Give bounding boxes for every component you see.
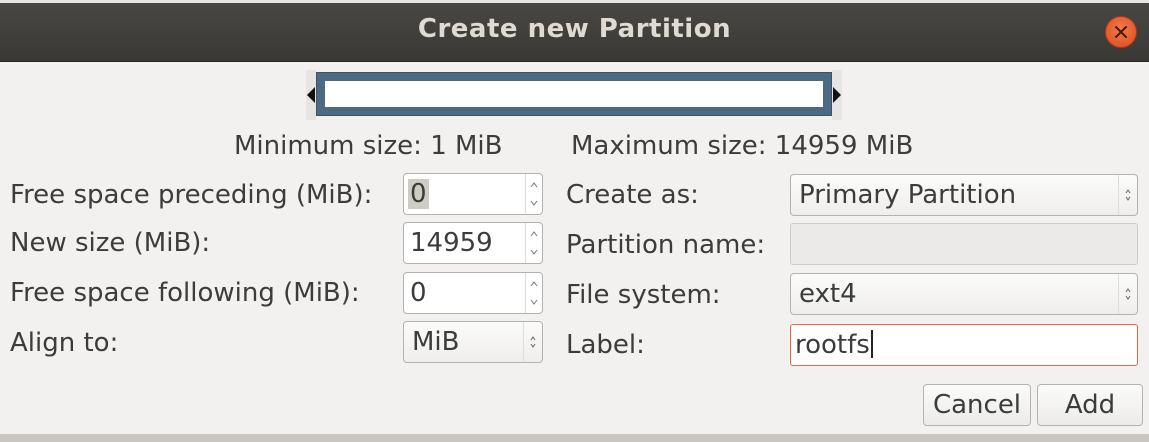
window-title: Create new Partition <box>417 14 732 44</box>
label-field-label: Label: <box>566 330 645 360</box>
free-space-preceding-value: 0 <box>408 179 429 209</box>
add-button[interactable]: Add <box>1037 384 1143 426</box>
spinner-arrows[interactable] <box>525 223 542 263</box>
window-bottom-edge <box>0 434 1149 442</box>
file-system-dropdown[interactable]: ext4 <box>790 273 1138 315</box>
left-resize-handle[interactable] <box>306 70 316 120</box>
updown-arrow-icon <box>1125 189 1131 201</box>
free-space-preceding-label: Free space preceding (MiB): <box>10 180 373 210</box>
align-to-label: Align to: <box>10 328 119 358</box>
text-cursor <box>870 330 873 358</box>
minimum-size-label: Minimum size: 1 MiB <box>234 131 503 161</box>
title-bar: Create new Partition <box>0 0 1149 62</box>
partition-name-label: Partition name: <box>566 230 766 260</box>
partition-name-field <box>790 223 1138 265</box>
close-button[interactable] <box>1105 16 1137 48</box>
cancel-button[interactable]: Cancel <box>923 384 1031 426</box>
chevron-down-icon <box>530 249 538 255</box>
partition-bar-fill <box>325 81 823 107</box>
updown-arrow-icon <box>530 336 536 348</box>
chevron-up-icon <box>530 182 538 188</box>
chevron-up-icon <box>530 281 538 287</box>
create-as-label: Create as: <box>566 180 699 210</box>
label-input-value: rootfs <box>795 330 873 360</box>
partition-bar[interactable] <box>316 72 832 116</box>
create-as-value: Primary Partition <box>799 180 1017 210</box>
create-as-dropdown[interactable]: Primary Partition <box>790 174 1138 216</box>
align-to-dropdown[interactable]: MiB <box>403 321 543 363</box>
close-icon <box>1115 26 1127 38</box>
title-bar-top-strip <box>0 0 1149 3</box>
arrow-left-icon <box>307 87 315 103</box>
dropdown-arrows <box>1118 175 1137 215</box>
free-space-following-spinner[interactable]: 0 <box>403 272 543 314</box>
free-space-preceding-spinner[interactable]: 0 <box>403 173 543 215</box>
chevron-down-icon <box>530 299 538 305</box>
chevron-down-icon <box>530 200 538 206</box>
spinner-arrows[interactable] <box>525 273 542 313</box>
spinner-arrows[interactable] <box>525 174 542 214</box>
dropdown-arrows <box>523 322 542 362</box>
new-size-value: 14959 <box>410 228 493 258</box>
partition-size-visualizer[interactable] <box>306 70 843 120</box>
free-space-following-label: Free space following (MiB): <box>10 278 360 308</box>
right-resize-handle[interactable] <box>832 70 842 120</box>
arrow-right-icon <box>833 87 841 103</box>
new-size-label: New size (MiB): <box>10 228 211 258</box>
file-system-value: ext4 <box>799 279 857 309</box>
align-to-value: MiB <box>412 327 460 357</box>
dropdown-arrows <box>1118 274 1137 314</box>
free-space-following-value: 0 <box>410 278 427 308</box>
label-input[interactable]: rootfs <box>790 324 1138 366</box>
maximum-size-label: Maximum size: 14959 MiB <box>571 131 914 161</box>
updown-arrow-icon <box>1125 288 1131 300</box>
new-size-spinner[interactable]: 14959 <box>403 222 543 264</box>
chevron-up-icon <box>530 231 538 237</box>
file-system-label: File system: <box>566 280 721 310</box>
